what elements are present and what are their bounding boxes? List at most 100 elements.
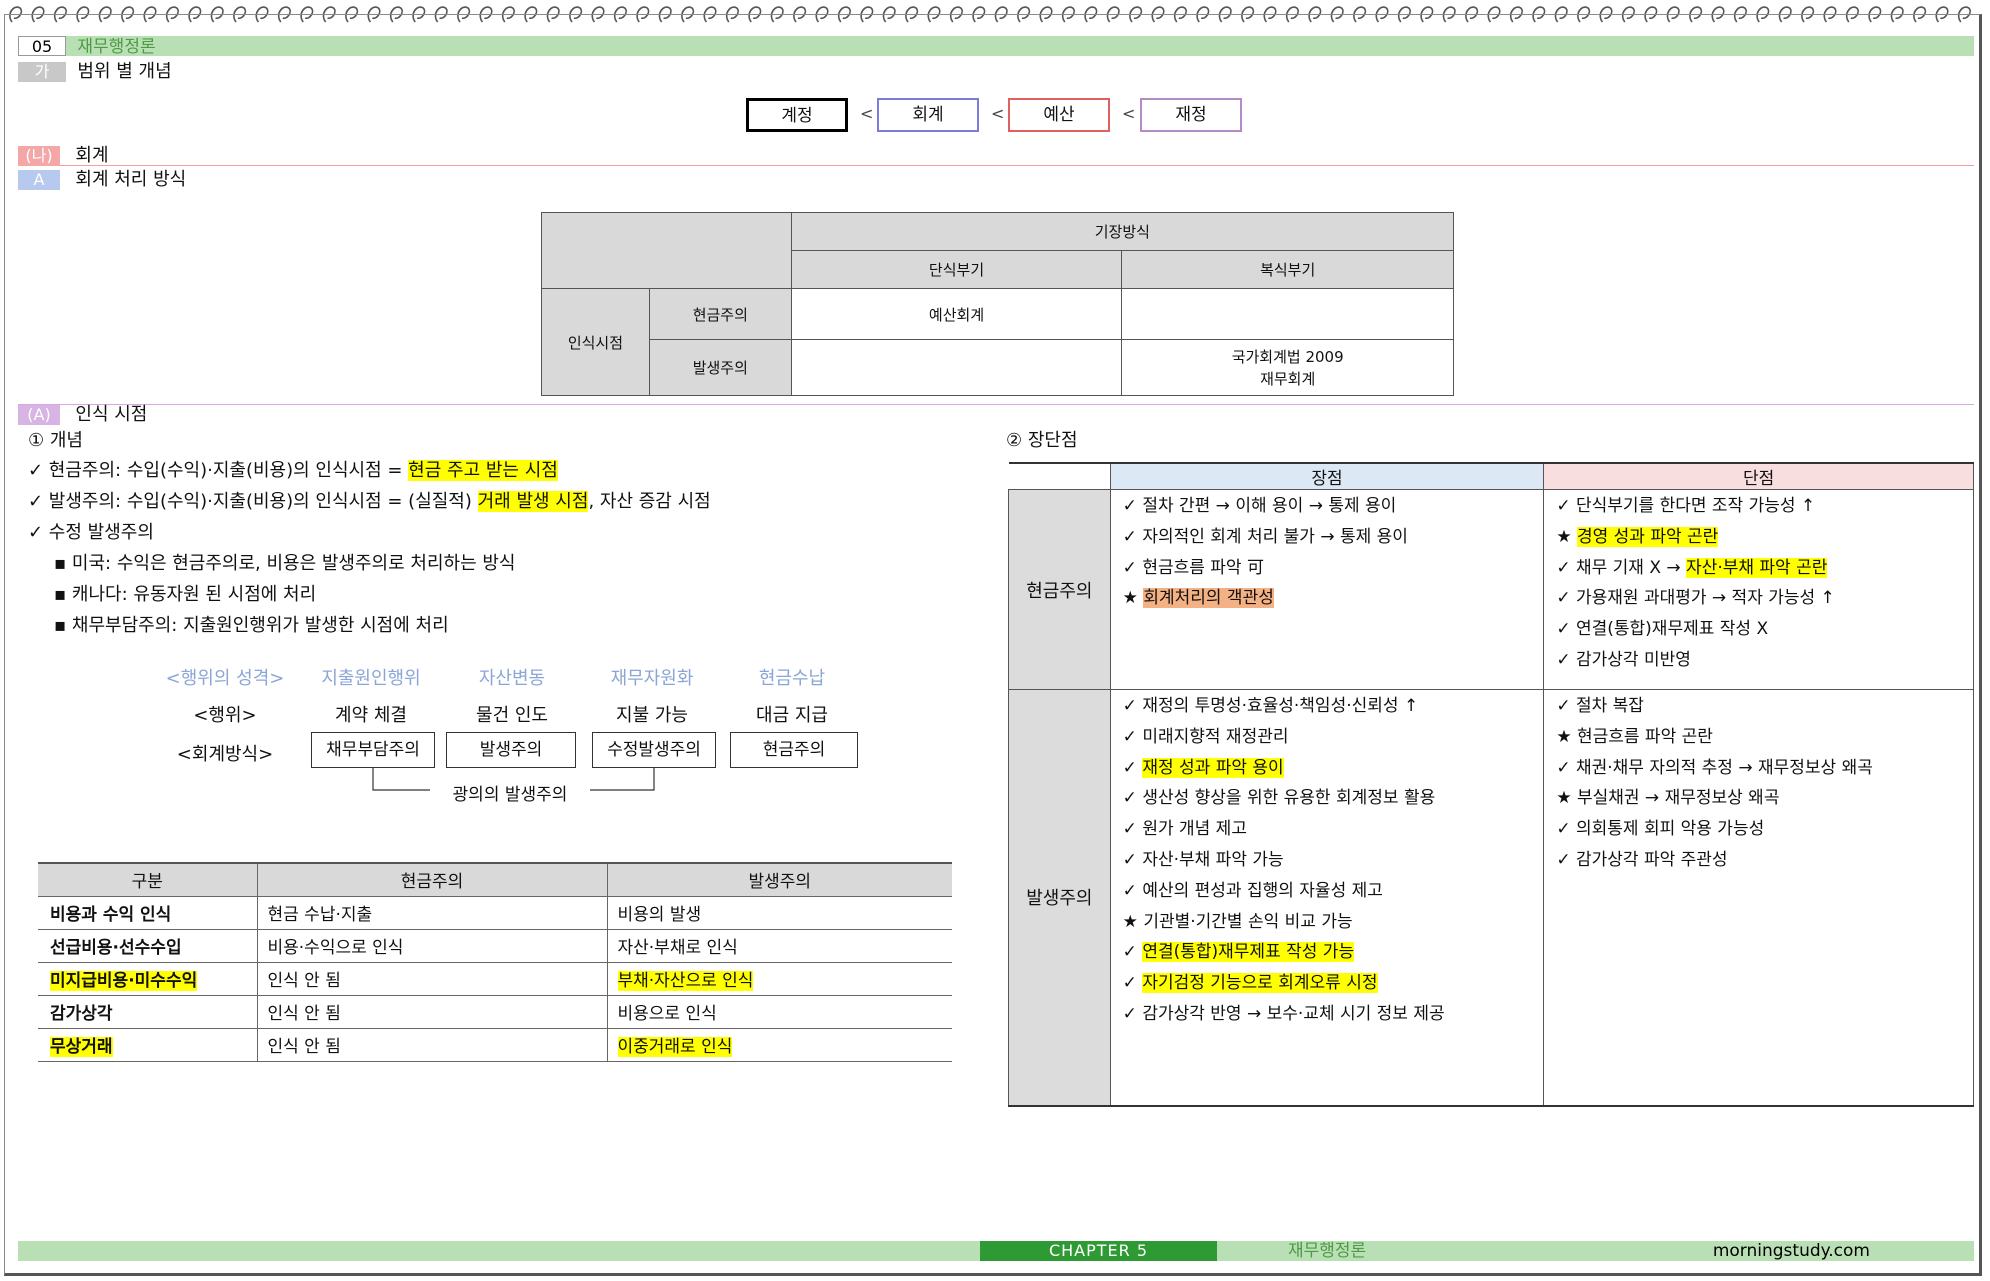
concept-box-accounting: 회계	[877, 98, 979, 132]
concept-heading: ① 개념	[28, 430, 83, 451]
row-label: 발생주의	[648, 339, 792, 396]
section-scope-concepts: 가 범위 별 개념	[18, 62, 1974, 82]
pros-cons-item: ✓ 미래지향적 재정관리	[1122, 726, 1289, 747]
flow-action: 지불 가능	[616, 705, 688, 726]
table-header-cons: 단점	[1543, 462, 1974, 490]
flow-action: 계약 체결	[335, 705, 407, 726]
table-header: 발생주의	[607, 862, 952, 897]
flow-method-box: 채무부담주의	[311, 732, 435, 768]
concept-box-account: 계정	[746, 98, 848, 132]
flow-method-box: 발생주의	[446, 732, 576, 768]
pros-cons-item: ✓ 생산성 향상을 위한 유용한 회계정보 활용	[1122, 788, 1436, 809]
table-header: 단식부기	[790, 250, 1123, 289]
table-cell: 자산·부채로 인식	[607, 929, 952, 963]
flow-row-label: <회계방식>	[176, 744, 274, 765]
section-tag: A	[18, 170, 60, 190]
table-cell	[790, 339, 1123, 396]
flow-nature: 자산변동	[478, 668, 546, 689]
chapter-header: 05 재무행정론	[18, 36, 1974, 57]
section-tag: 가	[18, 62, 66, 82]
cash-cons-cell: ✓ 단식부기를 한다면 조작 가능성 ↑ ★ 경영 성과 파악 곤란 ✓ 채무 기재…	[1543, 489, 1974, 690]
pros-cons-item: ✓ 자산·부채 파악 가능	[1122, 849, 1284, 870]
table-cell: 비용과 수익 인식	[38, 896, 258, 930]
table-corner	[1008, 463, 1111, 490]
pros-cons-item: ✓ 의회통제 회피 악용 가능성	[1556, 819, 1765, 840]
row-group-label: 인식시점	[541, 288, 650, 396]
bullet-canada: ▪ 캐나다: 유동자원 된 시점에 처리	[54, 584, 317, 605]
pros-cons-item: ✓ 현금흐름 파악 可	[1122, 557, 1264, 578]
cash-pros-cell: ✓ 절차 간편 → 이해 용이 → 통제 용이 ✓ 자의적인 회계 처리 불가 →…	[1109, 489, 1545, 690]
table-row: 선급비용·선수수입 비용·수익으로 인식 자산·부채로 인식	[38, 929, 952, 963]
table-header: 기장방식	[790, 212, 1455, 251]
section-accounting: (나) 회계	[18, 146, 1974, 166]
flow-row-label: <행위의 성격>	[165, 668, 285, 689]
less-than-sign: <	[991, 104, 1005, 123]
pros-cons-item: ★ 부실채권 → 재무정보상 왜곡	[1556, 788, 1780, 809]
table-header: 현금주의	[257, 862, 608, 897]
pros-cons-table: 장점 단점 현금주의 ✓ 절차 간편 → 이해 용이 → 통제 용이 ✓ 자의적인…	[1008, 462, 1974, 1107]
section-title: 회계	[75, 145, 109, 166]
footer-bar: CHAPTER 5 재무행정론 morningstudy.com	[18, 1241, 1974, 1261]
flow-action: 물건 인도	[476, 705, 548, 726]
table-cell: 국가회계법 2009 재무회계	[1121, 339, 1454, 396]
table-cell: 현금 수납·지출	[257, 896, 608, 930]
pros-cons-item: ✓ 원가 개념 제고	[1122, 819, 1247, 840]
chapter-number: 05	[18, 36, 66, 56]
chapter-title: 재무행정론	[77, 37, 156, 57]
table-cell	[1121, 288, 1454, 340]
accrual-cons-cell: ✓ 절차 복잡 ★ 현금흐름 파악 곤란 ✓ 채권·채무 자의적 추정 → 재무정보…	[1543, 689, 1974, 1106]
section-title: 회계 처리 방식	[75, 169, 187, 190]
flow-method-box: 수정발생주의	[592, 732, 716, 768]
table-cell: 비용의 발생	[607, 896, 952, 930]
bullet-obligation: ▪ 채무부담주의: 지출원인행위가 발생한 시점에 처리	[54, 615, 449, 636]
flow-action: 대금 지급	[756, 705, 828, 726]
table-cell: 인식 안 됨	[257, 1028, 608, 1062]
table-cell: 미지급비용·미수수익	[38, 962, 258, 996]
table-cell: 비용·수익으로 인식	[257, 929, 608, 963]
section-title: 범위 별 개념	[77, 61, 172, 82]
highlight-text: 거래 발생 시점	[477, 491, 589, 512]
pros-cons-item: ✓ 채무 기재 X → 자산·부채 파악 곤란	[1556, 557, 1828, 578]
concept-line-cash: ✓ 현금주의: 수입(수익)·지출(비용)의 인식시점 = 현금 주고 받는 시…	[28, 460, 558, 481]
table-cell: 이중거래로 인식	[607, 1028, 952, 1062]
bookkeeping-table: 기장방식 단식부기 복식부기 인식시점 현금주의 예산회계 발생주의 국가회계법…	[541, 212, 1455, 396]
flow-method-box: 현금주의	[730, 732, 858, 768]
concept-box-budget: 예산	[1008, 98, 1110, 132]
less-than-sign: <	[860, 104, 874, 123]
pros-cons-item: ★ 회계처리의 객관성	[1122, 588, 1274, 609]
table-cell-line: 재무회계	[1260, 369, 1316, 388]
table-cell: 부채·자산으로 인식	[607, 962, 952, 996]
highlight-text: 현금 주고 받는 시점	[408, 460, 558, 481]
pros-cons-item: ✓ 감가상각 반영 → 보수·교체 시기 정보 제공	[1122, 1003, 1445, 1024]
pros-cons-item: ★ 현금흐름 파악 곤란	[1556, 726, 1713, 747]
table-cell: 인식 안 됨	[257, 962, 608, 996]
table-cell: 인식 안 됨	[257, 995, 608, 1029]
table-cell-line: 국가회계법 2009	[1231, 347, 1344, 366]
table-header: 구분	[38, 862, 258, 897]
pros-cons-item: ✓ 절차 복잡	[1556, 696, 1644, 716]
table-row: 감가상각 인식 안 됨 비용으로 인식	[38, 995, 952, 1029]
accrual-pros-cell: ✓ 재정의 투명성·효율성·책임성·신뢰성 ↑ ✓ 미래지향적 재정관리 ✓ 재정 …	[1109, 689, 1545, 1106]
recognition-comparison-table: 구분 현금주의 발생주의 비용과 수익 인식 현금 수납·지출 비용의 발생 선…	[38, 862, 952, 1062]
flow-row-label: <행위>	[193, 705, 257, 726]
pros-cons-item: ✓ 연결(통합)재무제표 작성 가능	[1122, 942, 1355, 963]
section-title: 인식 시점	[75, 404, 148, 425]
bullet-usa: ▪ 미국: 수익은 현금주의로, 비용은 발생주의로 처리하는 방식	[54, 553, 516, 574]
pros-cons-item: ★ 기관별·기간별 손익 비교 가능	[1122, 911, 1353, 932]
row-label-accrual: 발생주의	[1008, 689, 1111, 1106]
pros-cons-item: ✓ 감가상각 미반영	[1556, 649, 1691, 670]
table-cell: 선급비용·선수수입	[38, 929, 258, 963]
table-header-pros: 장점	[1109, 462, 1545, 490]
page: 05 재무행정론 가 범위 별 개념 계정 < 회계 < 예산 < 재정 (나)…	[0, 0, 1990, 1281]
section-accounting-method: A 회계 처리 방식	[18, 170, 1974, 190]
footer-site: morningstudy.com	[1712, 1241, 1870, 1261]
concept-line-accrual: ✓ 발생주의: 수입(수익)·지출(비용)의 인식시점 = (실질적) 거래 발…	[28, 491, 711, 512]
row-label-cash: 현금주의	[1008, 489, 1111, 690]
pros-cons-item: ✓ 단식부기를 한다면 조작 가능성 ↑	[1556, 496, 1816, 516]
pros-cons-item: ✓ 채권·채무 자의적 추정 → 재무정보상 왜곡	[1556, 757, 1873, 778]
pros-cons-item: ★ 경영 성과 파악 곤란	[1556, 526, 1719, 547]
pros-cons-heading: ② 장단점	[1006, 430, 1078, 451]
pros-cons-item: ✓ 예산의 편성과 집행의 자율성 제고	[1122, 880, 1383, 901]
pros-cons-item: ✓ 자의적인 회계 처리 불가 → 통제 용이	[1122, 526, 1408, 547]
pros-cons-item: ✓ 재정의 투명성·효율성·책임성·신뢰성 ↑	[1122, 696, 1419, 716]
